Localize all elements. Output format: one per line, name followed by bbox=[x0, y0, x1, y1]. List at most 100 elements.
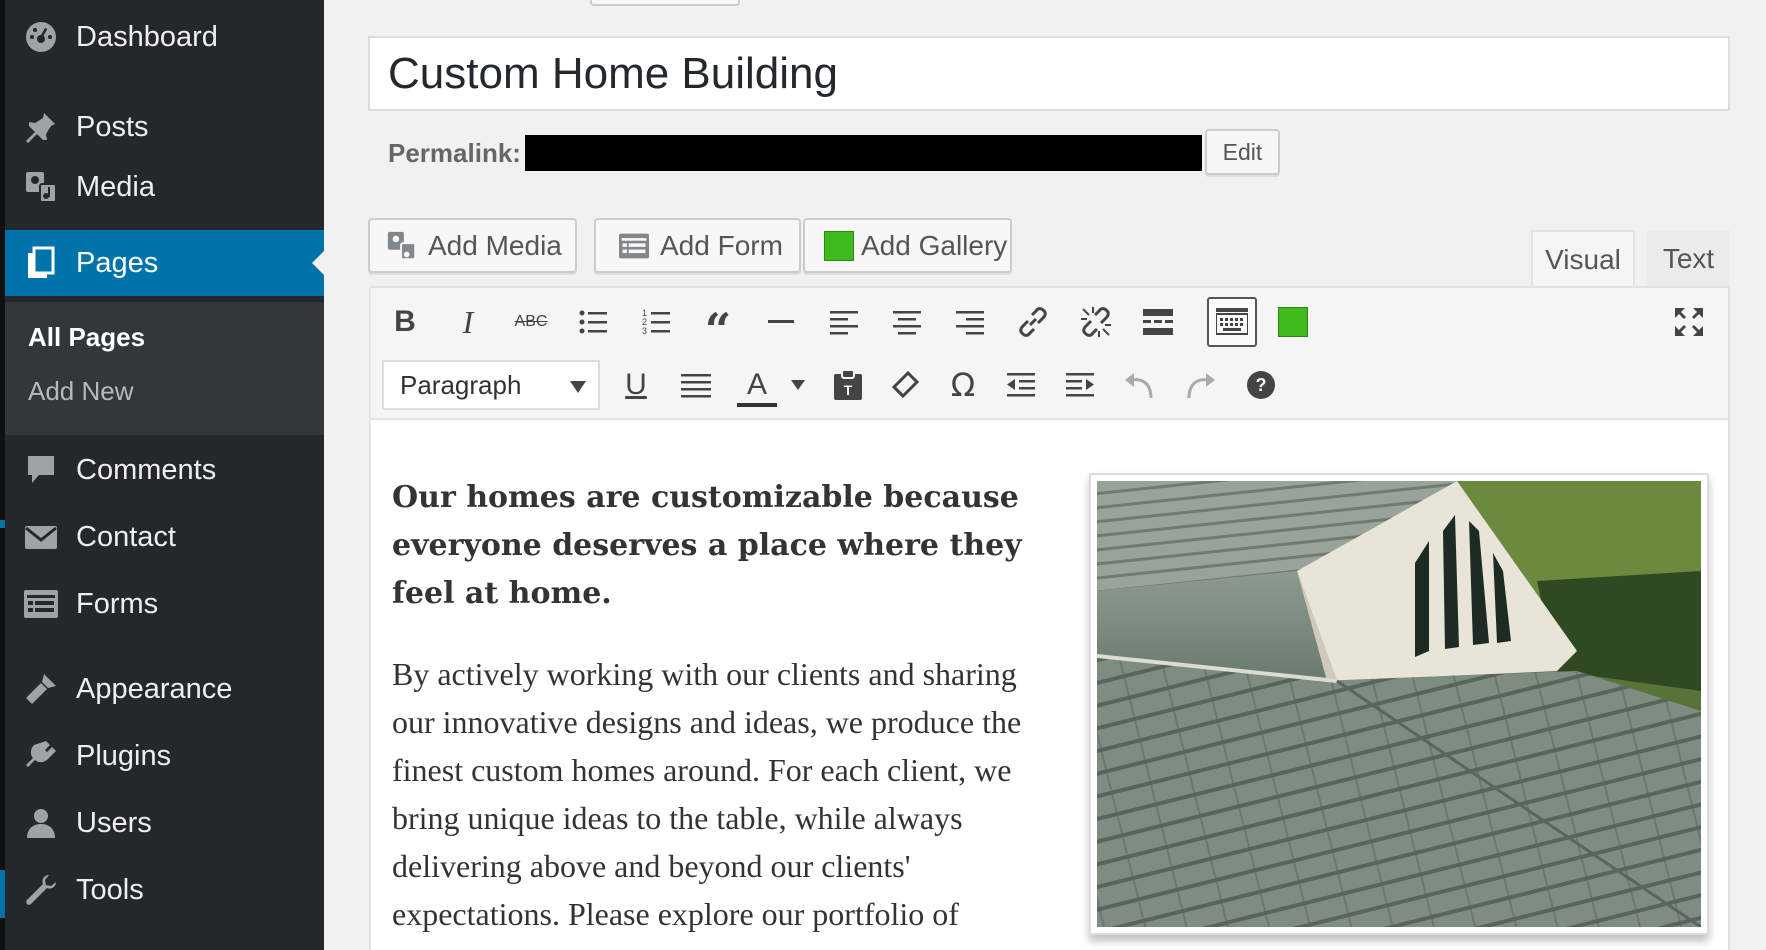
insert-link-button[interactable] bbox=[1008, 297, 1058, 347]
link-icon bbox=[1019, 307, 1047, 337]
permalink-url-redacted[interactable] bbox=[525, 135, 1202, 171]
sidebar-item-label: Contact bbox=[76, 520, 176, 553]
sidebar-item-contact[interactable]: Contact bbox=[5, 504, 324, 570]
strikethrough-button[interactable]: ABC bbox=[506, 297, 556, 347]
sidebar-item-label: Media bbox=[76, 170, 155, 203]
gallery-plugin-button[interactable] bbox=[1268, 297, 1318, 347]
sidebar-item-label: Plugins bbox=[76, 739, 172, 772]
editor-content-area[interactable]: Our homes are customizable because every… bbox=[369, 420, 1730, 950]
svg-text:?: ? bbox=[1256, 375, 1267, 395]
form-icon bbox=[23, 586, 59, 622]
add-gallery-button[interactable]: Add Gallery bbox=[803, 218, 1012, 273]
admin-sidebar: Dashboard Posts Media Pages All Pages Ad… bbox=[0, 0, 324, 950]
paste-as-text-button[interactable]: T bbox=[823, 360, 873, 410]
fullscreen-icon bbox=[1675, 308, 1703, 336]
numbered-list-icon: 123 bbox=[642, 308, 670, 336]
brush-icon bbox=[23, 671, 59, 707]
align-center-icon bbox=[893, 311, 921, 335]
format-select[interactable]: Paragraph bbox=[382, 360, 600, 410]
tab-text[interactable]: Text bbox=[1647, 230, 1730, 287]
sidebar-item-label: Posts bbox=[76, 110, 149, 143]
add-media-button[interactable]: Add Media bbox=[368, 218, 577, 273]
pages-submenu: All Pages Add New bbox=[5, 302, 324, 435]
bold-icon: B bbox=[394, 305, 416, 338]
sidebar-item-plugins[interactable]: Plugins bbox=[5, 723, 324, 789]
numbered-list-button[interactable]: 123 bbox=[631, 297, 681, 347]
underline-button[interactable]: U bbox=[611, 360, 661, 410]
sidebar-item-tools[interactable]: Tools bbox=[5, 857, 324, 923]
redo-button[interactable] bbox=[1176, 360, 1226, 410]
align-left-button[interactable] bbox=[819, 297, 869, 347]
sidebar-item-appearance[interactable]: Appearance bbox=[5, 656, 324, 722]
align-right-button[interactable] bbox=[945, 297, 995, 347]
sidebar-item-posts[interactable]: Posts bbox=[5, 94, 324, 160]
permalink-edit-button[interactable]: Edit bbox=[1205, 129, 1280, 175]
sidebar-item-pages[interactable]: Pages bbox=[5, 230, 324, 296]
undo-button[interactable] bbox=[1114, 360, 1164, 410]
pages-icon bbox=[23, 245, 59, 281]
horizontal-line-button[interactable] bbox=[756, 297, 806, 347]
sidebar-item-label: Dashboard bbox=[76, 20, 218, 53]
underline-icon: U bbox=[625, 368, 647, 401]
tab-visual[interactable]: Visual bbox=[1531, 230, 1635, 287]
strikethrough-icon: ABC bbox=[514, 313, 548, 330]
page-title-input[interactable]: Custom Home Building bbox=[368, 36, 1730, 111]
green-square-icon bbox=[1278, 307, 1308, 337]
sidebar-item-users[interactable]: Users bbox=[5, 790, 324, 856]
add-new-page-button[interactable] bbox=[590, 0, 740, 6]
outdent-button[interactable] bbox=[996, 360, 1046, 410]
clipboard-icon: T bbox=[834, 369, 862, 400]
keyboard-shortcuts-button[interactable]: ? bbox=[1236, 360, 1286, 410]
clear-formatting-button[interactable] bbox=[880, 360, 930, 410]
plugin-icon bbox=[23, 738, 59, 774]
italic-icon: I bbox=[462, 303, 474, 340]
permalink-label: Permalink: bbox=[388, 138, 521, 168]
remove-link-button[interactable] bbox=[1071, 297, 1121, 347]
media-icon bbox=[384, 228, 420, 264]
gallery-icon bbox=[821, 228, 857, 264]
read-more-button[interactable] bbox=[1133, 297, 1183, 347]
add-media-label: Add Media bbox=[428, 229, 562, 261]
chevron-down-icon bbox=[570, 381, 586, 393]
submenu-item-add-new[interactable]: Add New bbox=[28, 376, 134, 407]
align-right-icon bbox=[956, 311, 984, 335]
align-center-button[interactable] bbox=[882, 297, 932, 347]
media-icon bbox=[23, 169, 59, 205]
sidebar-item-media[interactable]: Media bbox=[5, 154, 324, 220]
toolbar-toggle-button[interactable] bbox=[1207, 297, 1257, 347]
omega-icon: Ω bbox=[950, 366, 976, 404]
horizontal-line-icon bbox=[768, 320, 794, 323]
content-heading: Our homes are customizable because every… bbox=[392, 480, 1022, 611]
italic-button[interactable]: I bbox=[443, 297, 493, 347]
outdent-icon bbox=[1007, 373, 1035, 397]
align-left-icon bbox=[830, 311, 858, 335]
text-color-button[interactable]: A bbox=[731, 360, 811, 410]
sidebar-item-label: Comments bbox=[76, 453, 217, 486]
blockquote-icon: “ bbox=[704, 303, 732, 357]
fullscreen-button[interactable] bbox=[1664, 297, 1714, 347]
indent-button[interactable] bbox=[1055, 360, 1105, 410]
keyboard-icon bbox=[1216, 308, 1248, 335]
wrench-icon bbox=[23, 872, 59, 908]
add-form-button[interactable]: Add Form bbox=[594, 218, 801, 273]
sidebar-item-comments[interactable]: Comments bbox=[5, 437, 324, 503]
sidebar-item-dashboard[interactable]: Dashboard bbox=[5, 4, 324, 70]
chevron-down-icon bbox=[791, 380, 805, 390]
unlink-icon bbox=[1081, 307, 1111, 337]
bullet-list-button[interactable] bbox=[568, 297, 618, 347]
format-select-value: Paragraph bbox=[400, 369, 522, 400]
blockquote-button[interactable]: “ bbox=[693, 297, 743, 353]
sidebar-item-label: Pages bbox=[76, 246, 159, 279]
sidebar-item-forms[interactable]: Forms bbox=[5, 571, 324, 637]
justify-button[interactable] bbox=[671, 360, 721, 410]
sidebar-item-label: Users bbox=[76, 806, 152, 839]
sidebar-item-label: Forms bbox=[76, 587, 159, 620]
comment-icon bbox=[23, 452, 59, 488]
submenu-item-all-pages[interactable]: All Pages bbox=[28, 322, 145, 353]
content-paragraph: By actively working with our clients and… bbox=[392, 656, 1022, 950]
special-character-button[interactable]: Ω bbox=[938, 360, 988, 410]
svg-text:3: 3 bbox=[642, 326, 647, 336]
read-more-icon bbox=[1143, 309, 1173, 335]
bold-button[interactable]: B bbox=[380, 297, 430, 347]
house-roof-image[interactable] bbox=[1089, 473, 1709, 935]
